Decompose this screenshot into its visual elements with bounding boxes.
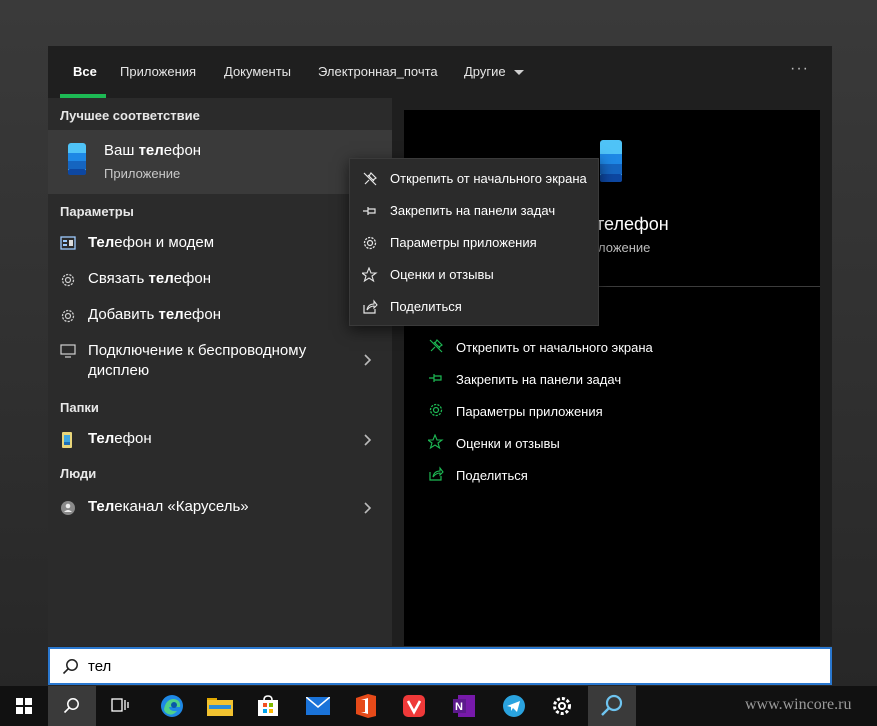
- share-icon: [429, 466, 444, 481]
- preview-action-label: Поделиться: [456, 468, 528, 483]
- context-item-label: Поделиться: [390, 299, 462, 314]
- preview-action-label: Закрепить на панели задач: [456, 372, 622, 387]
- preview-action-pin-taskbar[interactable]: Закрепить на панели задач: [404, 370, 820, 402]
- best-match-name: Ваш телефон: [104, 142, 202, 159]
- monitor-icon: [60, 344, 76, 358]
- folder-icon: [62, 432, 72, 448]
- preview-subtitle: ложение: [598, 240, 651, 255]
- rate-icon: [428, 434, 444, 450]
- result-label: Добавить телефон: [88, 306, 221, 323]
- windows-start-icon[interactable]: [0, 686, 48, 726]
- context-item-pin-taskbar[interactable]: Закрепить на панели задач: [350, 195, 598, 227]
- result-label: Телеканал «Карусель»: [88, 498, 249, 515]
- preview-action-label: Открепить от начального экрана: [456, 340, 653, 355]
- more-options-button[interactable]: ···: [790, 60, 809, 78]
- search-icon[interactable]: [48, 686, 96, 726]
- gear-icon: [61, 273, 75, 287]
- context-item-label: Закрепить на панели задач: [390, 203, 556, 218]
- preview-action-label: Оценки и отзывы: [456, 436, 560, 451]
- onenote-icon[interactable]: N: [440, 686, 488, 726]
- tab-email[interactable]: Электронная_почта: [318, 64, 438, 79]
- best-match-type: Приложение: [104, 166, 181, 181]
- best-match-item[interactable]: Ваш телефон Приложение: [48, 130, 392, 194]
- search-icon: [62, 659, 78, 675]
- taskbar: N www.wincore.ru: [0, 686, 877, 726]
- file-explorer-icon[interactable]: [196, 686, 244, 726]
- mail-icon[interactable]: [294, 686, 342, 726]
- result-person-karusel[interactable]: Телеканал «Карусель»: [48, 490, 392, 526]
- search-input[interactable]: тел: [88, 658, 111, 675]
- search-box[interactable]: тел: [48, 647, 832, 685]
- chevron-right-icon[interactable]: [363, 353, 373, 367]
- result-label: Телефон и модем: [88, 234, 215, 251]
- your-phone-app-icon: [68, 143, 86, 175]
- telegram-icon[interactable]: [490, 686, 538, 726]
- preview-title: телефон: [596, 214, 669, 234]
- start-search-panel: Все Приложения Документы Электронная_поч…: [48, 46, 832, 646]
- chevron-right-icon[interactable]: [363, 433, 373, 447]
- context-item-share[interactable]: Поделиться: [350, 291, 598, 323]
- chevron-right-icon[interactable]: [363, 501, 373, 515]
- result-label: Телефон: [88, 430, 152, 447]
- vivaldi-icon[interactable]: [390, 686, 438, 726]
- context-item-label: Параметры приложения: [390, 235, 537, 250]
- gear-icon: [363, 236, 377, 250]
- context-item-label: Открепить от начального экрана: [390, 171, 587, 186]
- section-people: Люди: [60, 466, 97, 481]
- tab-all[interactable]: Все: [73, 64, 97, 79]
- tab-bar: Все Приложения Документы Электронная_поч…: [48, 46, 832, 98]
- chevron-down-icon: [514, 70, 524, 75]
- watermark-text: www.wincore.ru: [745, 696, 852, 713]
- tab-more[interactable]: Другие: [464, 64, 506, 79]
- result-phone-modem[interactable]: Телефон и модем: [48, 226, 392, 262]
- context-item-label: Оценки и отзывы: [390, 267, 494, 282]
- settings-icon[interactable]: [538, 686, 586, 726]
- tab-apps[interactable]: Приложения: [120, 64, 196, 79]
- preview-action-unpin[interactable]: Открепить от начального экрана: [404, 338, 820, 370]
- result-label: Подключение к беспроводному: [88, 342, 307, 359]
- result-folder-phone[interactable]: Телефон: [48, 422, 392, 458]
- result-label: Связать телефон: [88, 270, 212, 287]
- svg-text:N: N: [455, 701, 463, 713]
- preview-action-label: Параметры приложения: [456, 404, 603, 419]
- unpin-icon: [363, 172, 377, 186]
- context-menu: Открепить от начального экрана Закрепить…: [349, 158, 599, 326]
- office-icon[interactable]: [342, 686, 390, 726]
- section-best-match: Лучшее соответствие: [60, 108, 200, 123]
- section-settings: Параметры: [60, 204, 134, 219]
- search-app-icon[interactable]: [588, 686, 636, 726]
- preview-action-app-settings[interactable]: Параметры приложения: [404, 402, 820, 434]
- unpin-icon: [429, 339, 443, 353]
- store-icon[interactable]: [244, 686, 292, 726]
- context-item-app-settings[interactable]: Параметры приложения: [350, 227, 598, 259]
- pin-icon: [363, 207, 376, 215]
- result-wireless-display[interactable]: Подключение к беспроводному дисплею: [48, 336, 392, 384]
- context-item-rate[interactable]: Оценки и отзывы: [350, 259, 598, 291]
- preview-action-share[interactable]: Поделиться: [404, 466, 820, 498]
- gear-icon: [61, 309, 75, 323]
- your-phone-app-icon: [600, 140, 622, 182]
- person-icon: [61, 501, 75, 515]
- edge-icon[interactable]: [148, 686, 196, 726]
- task-view-icon[interactable]: [96, 686, 144, 726]
- rate-icon: [362, 267, 378, 283]
- phone-modem-icon: [60, 236, 76, 250]
- result-label-line2: дисплею: [88, 362, 150, 379]
- context-item-unpin[interactable]: Открепить от начального экрана: [350, 163, 598, 195]
- share-icon: [363, 299, 378, 314]
- preview-action-rate[interactable]: Оценки и отзывы: [404, 434, 820, 466]
- tab-documents[interactable]: Документы: [224, 64, 291, 79]
- results-list: Лучшее соответствие Ваш телефон Приложен…: [48, 98, 392, 646]
- gear-icon: [429, 403, 443, 417]
- result-link-phone[interactable]: Связать телефон: [48, 262, 392, 298]
- result-add-phone[interactable]: Добавить телефон: [48, 298, 392, 334]
- section-folders: Папки: [60, 400, 99, 415]
- pin-icon: [429, 374, 442, 382]
